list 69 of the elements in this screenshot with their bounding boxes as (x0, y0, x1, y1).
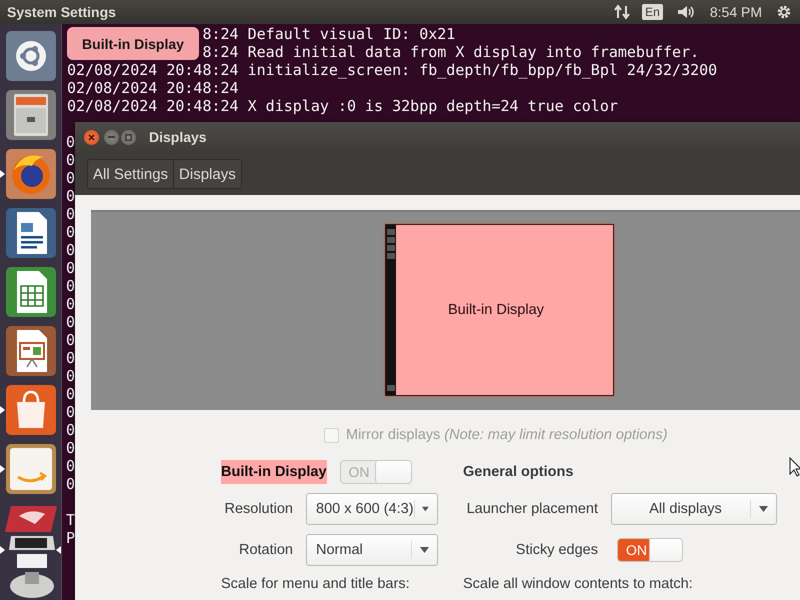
breadcrumb-button[interactable]: All Settings (88, 160, 174, 188)
terminal-line: 02/08/2024 20:48:24 initialize_screen: fb_depth/fb_bpp/fb_Bpl 24/32/3200 (67, 61, 718, 79)
field-label: Sticky edges (516, 541, 599, 559)
terminal-text-fragment: 0 (66, 349, 75, 367)
spreadsheet-icon[interactable] (4, 266, 56, 318)
terminal-line: 8:24 Read initial data from X display into framebuffer. (202, 43, 700, 61)
terminal-text-fragment: 0 (66, 457, 75, 475)
tooltip: Built-in Display (67, 27, 199, 60)
section-label: Scale all window contents to match: (463, 575, 694, 593)
file-cabinet-icon[interactable] (4, 89, 56, 141)
toggle-switch[interactable]: ON (617, 538, 683, 562)
shopping-bag-icon[interactable] (4, 384, 56, 436)
terminal-text-fragment: 0 (66, 313, 75, 331)
terminal-text-fragment: 0 (66, 295, 75, 313)
section-heading: General options (463, 463, 574, 481)
terminal-text-fragment: T (66, 511, 75, 529)
terminal-text-fragment: 0 (66, 151, 75, 169)
caret-icon (420, 547, 429, 553)
terminal-text-fragment: 0 (66, 205, 75, 223)
display-name: Built-in Display (221, 460, 327, 484)
breadcrumb-button[interactable]: Displays (174, 160, 241, 188)
caret-icon (759, 506, 768, 512)
terminal-line: 8:24 Default visual ID: 0x21 (202, 25, 456, 43)
terminal-text-fragment: 0 (66, 187, 75, 205)
close-button[interactable] (84, 130, 99, 144)
checkbox-label: Mirror displays (Note: may limit resolution options) (346, 426, 668, 444)
terminal-text-fragment: 0 (66, 475, 75, 493)
terminal-text-fragment: 0 (66, 241, 75, 259)
monitor-preview[interactable]: Built-in Display (385, 224, 614, 396)
dropdown[interactable]: All displays (611, 493, 777, 525)
volume-icon[interactable] (676, 4, 695, 20)
terminal-text-fragment: 0 (66, 421, 75, 439)
network-icon[interactable] (614, 4, 630, 20)
section-label: Scale for menu and title bars: (221, 575, 411, 593)
terminal-text-fragment: 0 (66, 259, 75, 277)
terminal-text-fragment: 0 (66, 133, 75, 151)
minimize-icon (108, 136, 115, 138)
field-label: Launcher placement (466, 500, 599, 518)
terminal-text-fragment: 0 (66, 367, 75, 385)
terminal-text-fragment: 0 (66, 385, 75, 403)
keyboard-layout-indicator[interactable]: En (642, 4, 663, 20)
maximize-button[interactable] (121, 130, 136, 144)
app-title: System Settings (7, 4, 117, 20)
terminal-text-fragment: 0 (66, 403, 75, 421)
dropdown[interactable]: Normal (306, 534, 438, 566)
presentation-icon[interactable] (4, 325, 56, 377)
terminal-text-fragment: 0 (66, 169, 75, 187)
document-icon[interactable] (4, 207, 56, 259)
clock[interactable]: 8:54 PM (710, 4, 762, 20)
caret-icon (422, 506, 429, 512)
terminal-line: 02/08/2024 20:48:24 (67, 79, 239, 97)
dropdown[interactable]: 800 x 600 (4:3) (306, 493, 438, 525)
terminal-line: 02/08/2024 20:48:24 X display :0 is 32bpp depth=24 true color (67, 97, 618, 115)
dash-icon[interactable] (4, 30, 56, 82)
minimize-button[interactable] (104, 130, 119, 144)
terminal-text-fragment: 0 (66, 331, 75, 349)
terminal-text-fragment: P (66, 529, 75, 547)
settings-icon[interactable] (776, 4, 792, 20)
field-label: Resolution (224, 500, 294, 518)
close-icon (88, 134, 95, 140)
monitor-label: Built-in Display (448, 301, 544, 319)
window-title: Displays (149, 128, 207, 146)
globe-icon[interactable] (4, 148, 56, 200)
mouse-pointer-icon (789, 457, 800, 477)
terminal-text-fragment: 0 (66, 223, 75, 241)
field-label: Rotation (238, 541, 294, 559)
terminal-text-fragment: 0 (66, 277, 75, 295)
maximize-icon (125, 134, 132, 140)
terminal-text-fragment: 0 (66, 439, 75, 457)
